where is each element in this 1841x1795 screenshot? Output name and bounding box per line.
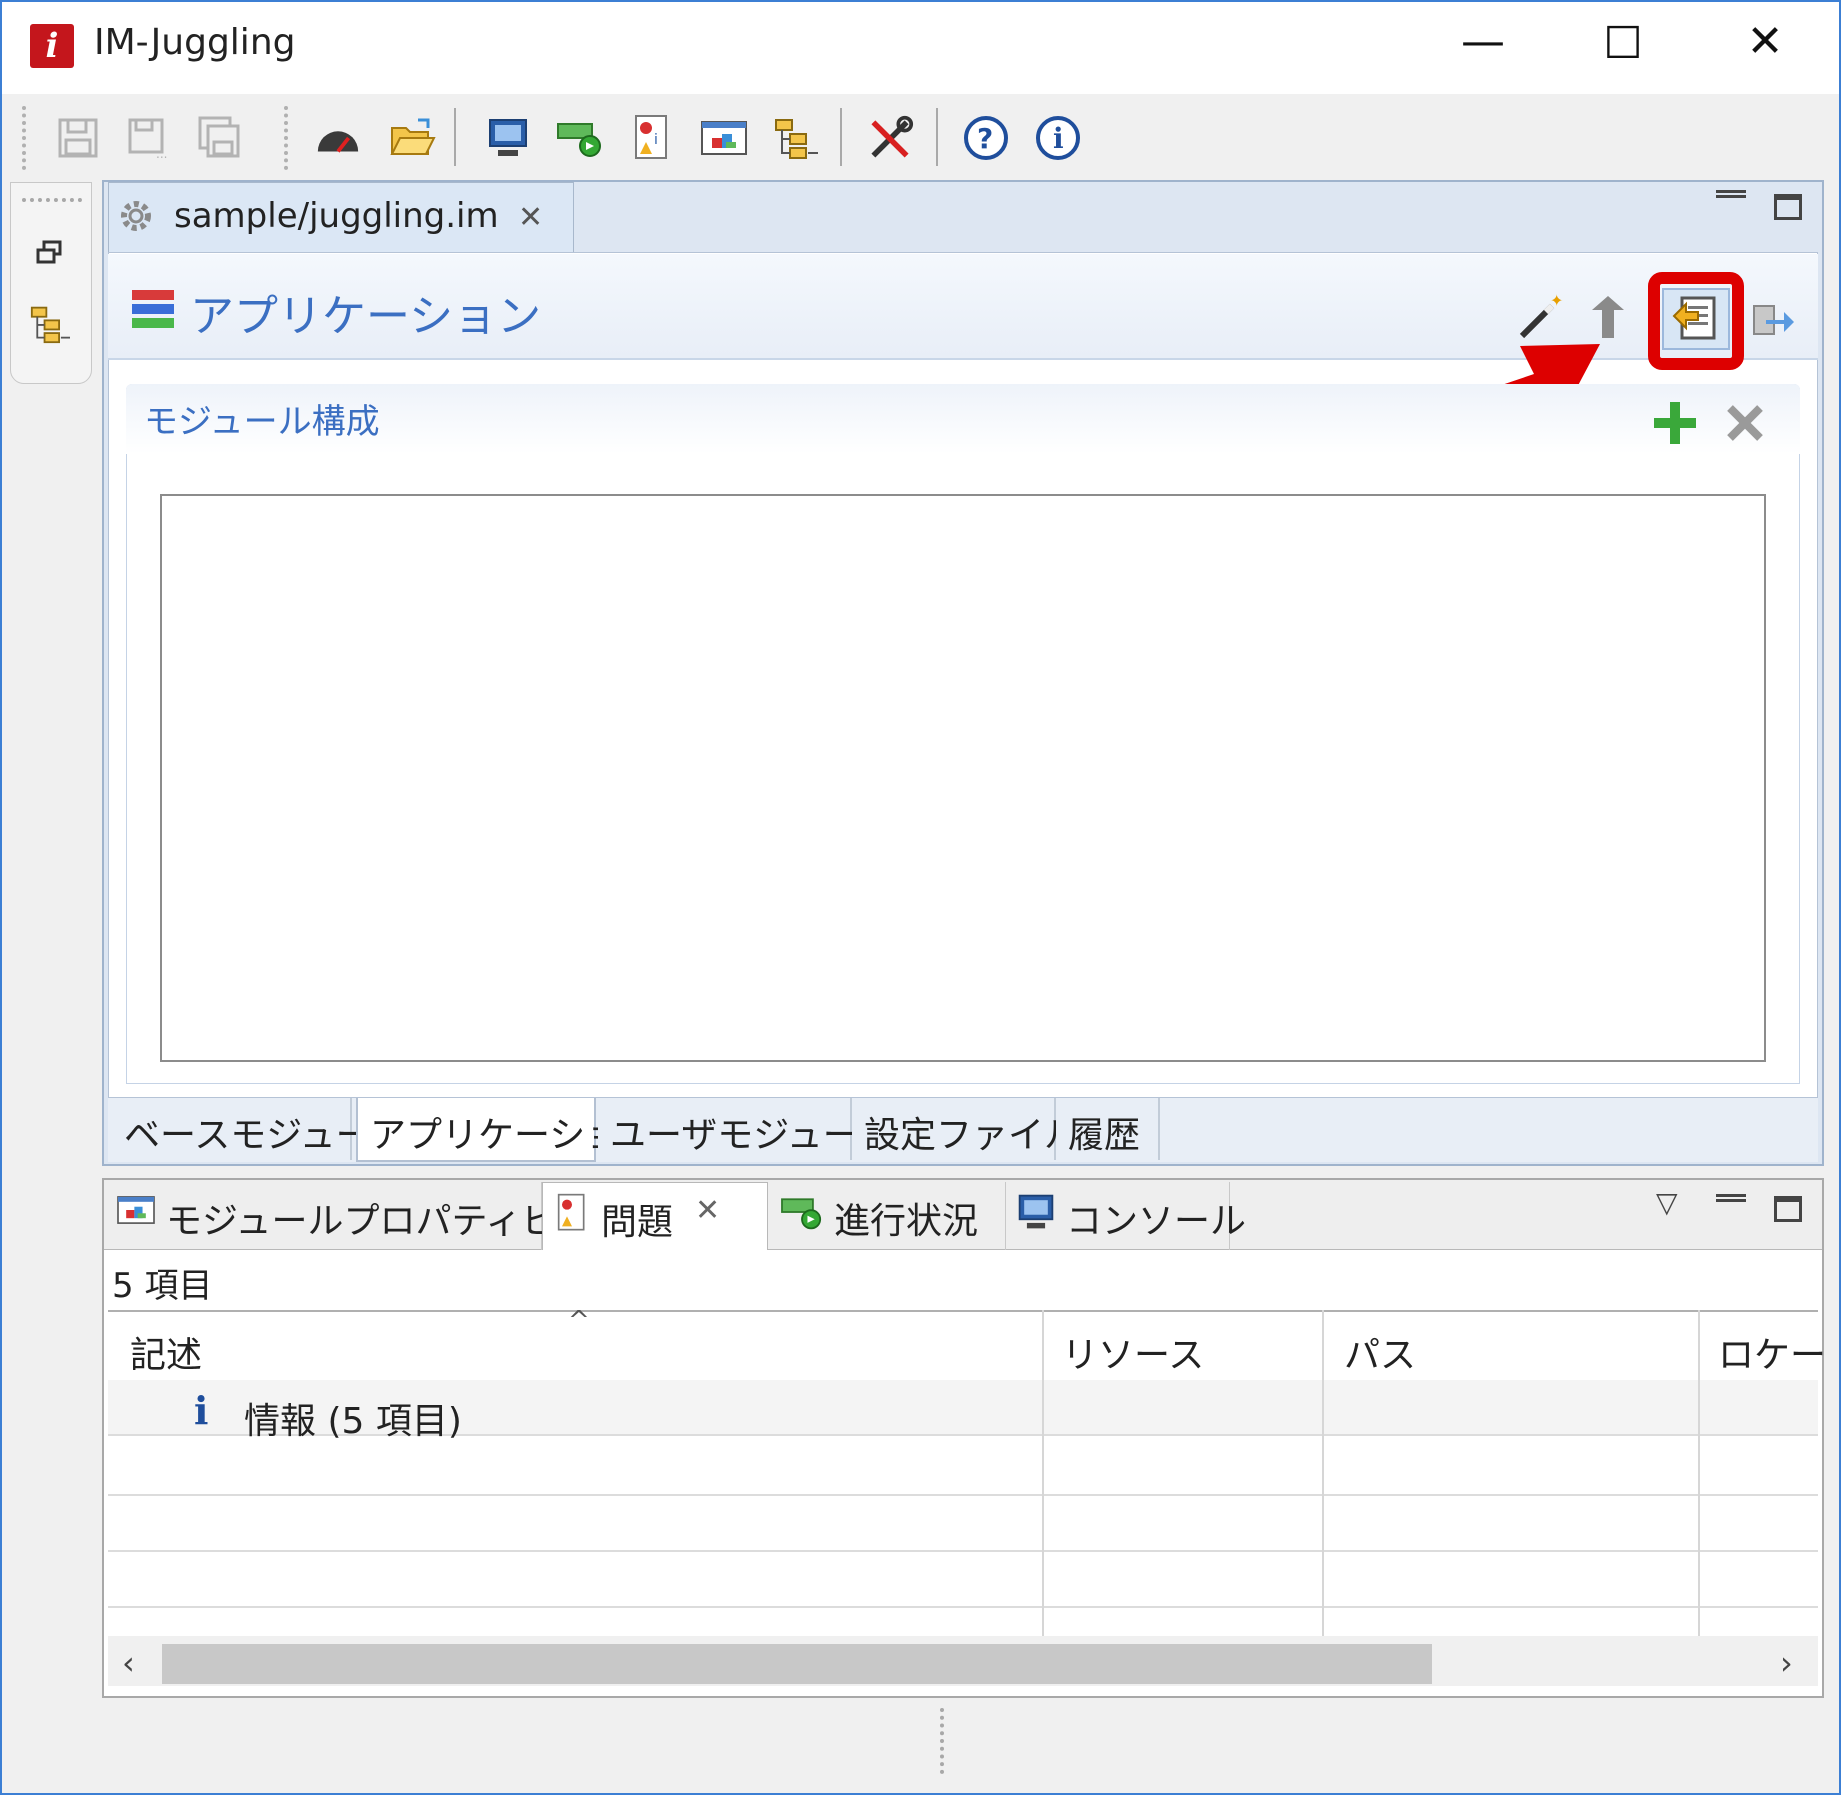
toolbar-separator-3 xyxy=(936,108,938,166)
left-trim-strip xyxy=(10,182,92,384)
svg-text:...: ... xyxy=(156,147,167,160)
deploy-icon[interactable] xyxy=(1750,296,1794,348)
column-divider xyxy=(1698,1310,1700,1636)
remove-icon[interactable] xyxy=(1726,404,1764,446)
save-icon[interactable] xyxy=(54,114,102,162)
sort-ascending-icon: ^ xyxy=(568,1306,590,1336)
about-icon[interactable]: i xyxy=(1034,114,1082,162)
table-row[interactable] xyxy=(108,1496,1818,1552)
view-menu-icon[interactable]: ▽ xyxy=(1656,1186,1678,1219)
outline-tree-icon[interactable] xyxy=(28,304,72,348)
tree-icon[interactable] xyxy=(772,114,820,162)
view-minimize-icon[interactable] xyxy=(1716,1194,1746,1202)
export-icon[interactable] xyxy=(1668,292,1724,348)
problem-description: 情報 (5 項目) xyxy=(244,1401,462,1442)
tab-user-module[interactable]: ユーザモジュール xyxy=(598,1098,895,1160)
tab-console[interactable]: コンソール xyxy=(1006,1182,1246,1250)
column-divider xyxy=(1322,1310,1324,1636)
import-icon[interactable] xyxy=(1588,292,1628,346)
tab-label: 問題 xyxy=(601,1202,674,1243)
tab-history[interactable]: 履歴 xyxy=(1056,1098,1160,1160)
minimize-button[interactable]: — xyxy=(1438,20,1528,64)
problems-icon[interactable]: i xyxy=(628,114,676,162)
view-maximize-icon[interactable] xyxy=(1774,1196,1802,1222)
module-list[interactable] xyxy=(160,494,1766,1062)
scroll-left-icon[interactable]: ‹ xyxy=(122,1644,135,1682)
gear-icon xyxy=(116,196,156,240)
main-toolbar xyxy=(2,94,1839,180)
save-as-icon[interactable]: ... xyxy=(124,114,172,162)
editor-tab-close-icon[interactable]: ✕ xyxy=(518,200,543,235)
tab-label: 進行状況 xyxy=(834,1201,979,1242)
monitor-icon xyxy=(1016,1192,1056,1250)
module-property-icon xyxy=(116,1192,156,1250)
table-row[interactable] xyxy=(108,1440,1818,1496)
open-folder-icon[interactable] xyxy=(388,114,436,162)
table-header xyxy=(108,1310,1818,1380)
svg-text:?: ? xyxy=(977,122,993,155)
column-description[interactable]: 記述 xyxy=(130,1326,202,1378)
editor-maximize-icon[interactable] xyxy=(1774,194,1802,220)
form-title: アプリケーション xyxy=(190,291,542,342)
item-count: 5 項目 xyxy=(112,1266,213,1306)
tools-icon[interactable] xyxy=(866,114,914,162)
tab-base-module[interactable]: ベースモジュール xyxy=(112,1098,408,1160)
toolbar-grip[interactable] xyxy=(22,106,26,170)
toolbar-separator xyxy=(454,108,456,166)
speedometer-icon[interactable] xyxy=(314,114,362,162)
add-icon[interactable] xyxy=(1652,400,1698,450)
monitor-icon[interactable] xyxy=(484,114,532,162)
wand-icon[interactable]: ✦ xyxy=(1516,291,1566,346)
tab-problems[interactable]: 問題 ✕ xyxy=(542,1182,768,1250)
table-row[interactable] xyxy=(108,1552,1818,1608)
tab-config-file[interactable]: 設定ファイル xyxy=(852,1098,1080,1160)
window-title: IM-Juggling xyxy=(94,22,296,63)
module-section-title: モジュール構成 xyxy=(144,402,380,442)
toolbar-separator-2 xyxy=(840,108,842,166)
column-resource[interactable]: リソース xyxy=(1062,1326,1204,1378)
sash-grip[interactable] xyxy=(940,1708,944,1774)
scrollbar-thumb[interactable] xyxy=(162,1644,1432,1684)
info-icon: i xyxy=(194,1388,209,1433)
column-divider xyxy=(1042,1310,1044,1636)
editor-minimize-icon[interactable] xyxy=(1716,190,1746,198)
scroll-right-icon[interactable]: › xyxy=(1780,1644,1793,1682)
tab-application[interactable]: アプリケーション xyxy=(356,1098,657,1162)
app-logo-icon: i xyxy=(30,24,74,68)
svg-text:i: i xyxy=(1053,122,1064,155)
save-all-icon[interactable] xyxy=(196,114,244,162)
close-window-button[interactable]: ✕ xyxy=(1720,20,1810,64)
problems-icon xyxy=(553,1193,591,1250)
column-path[interactable]: パス xyxy=(1344,1326,1416,1378)
restore-icon[interactable] xyxy=(36,240,64,272)
progress-icon xyxy=(780,1192,824,1250)
tab-module-property-view[interactable]: モジュールプロパティビュー xyxy=(106,1182,629,1250)
svg-text:i: i xyxy=(654,132,658,148)
maximize-button[interactable]: ☐ xyxy=(1578,22,1668,66)
editor-tab-label: sample/juggling.im xyxy=(174,196,499,236)
trim-grip[interactable] xyxy=(22,198,82,202)
tab-progress[interactable]: 進行状況 xyxy=(770,1182,1006,1250)
toolbar-grip-2[interactable] xyxy=(284,106,288,170)
close-icon[interactable]: ✕ xyxy=(695,1193,720,1250)
help-icon[interactable]: ? xyxy=(962,114,1010,162)
progress-icon[interactable] xyxy=(556,114,604,162)
tab-label: コンソール xyxy=(1066,1201,1247,1242)
module-property-icon[interactable] xyxy=(700,114,748,162)
application-icon xyxy=(132,290,174,332)
svg-text:✦: ✦ xyxy=(1550,292,1563,310)
